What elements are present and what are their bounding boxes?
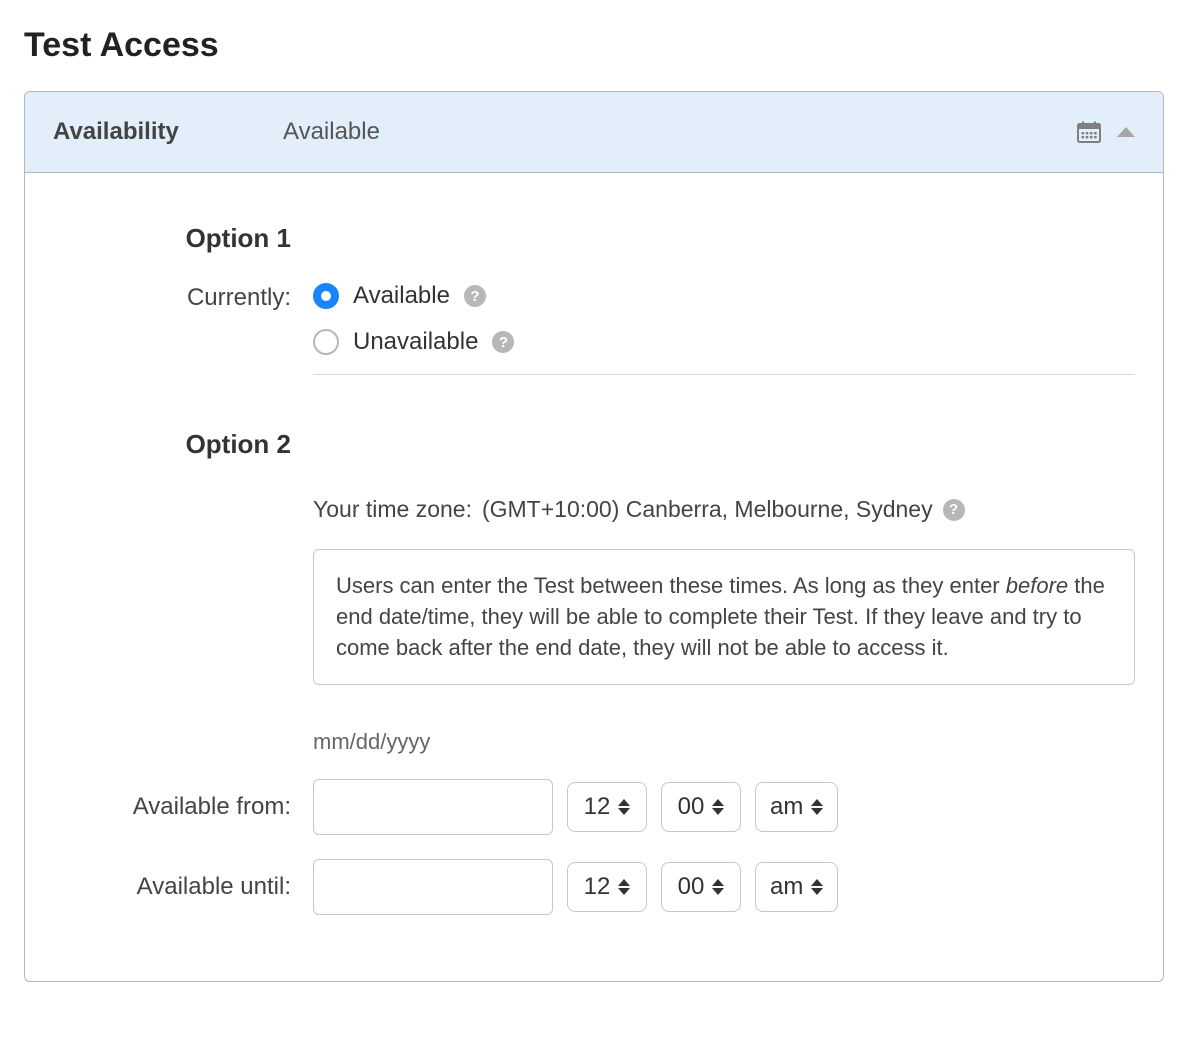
collapse-caret-up-icon[interactable] (1117, 127, 1135, 137)
panel-header-value: Available (283, 118, 1077, 146)
available-until-ampm-select[interactable]: am (755, 862, 838, 912)
timezone-value: (GMT+10:00) Canberra, Melbourne, Sydney (482, 496, 933, 523)
calendar-icon[interactable] (1077, 121, 1101, 143)
sort-icon (712, 799, 724, 815)
available-from-hour-value: 12 (584, 793, 611, 821)
info-box: Users can enter the Test between these t… (313, 549, 1135, 685)
available-until-ampm-value: am (770, 873, 803, 901)
available-until-minute-select[interactable]: 00 (661, 862, 741, 912)
panel-header-label: Availability (53, 118, 283, 146)
available-from-hour-select[interactable]: 12 (567, 782, 647, 832)
sort-icon (618, 879, 630, 895)
availability-panel: Availability Available (24, 91, 1164, 982)
available-from-label: Available from: (133, 793, 291, 820)
sort-icon (811, 799, 823, 815)
divider (313, 374, 1135, 375)
sort-icon (618, 799, 630, 815)
sort-icon (811, 879, 823, 895)
available-until-minute-value: 00 (678, 873, 705, 901)
option2-heading: Option 2 (186, 429, 291, 459)
help-icon[interactable]: ? (464, 285, 486, 307)
radio-available[interactable] (313, 283, 339, 309)
panel-header[interactable]: Availability Available (25, 92, 1163, 173)
help-icon[interactable]: ? (492, 331, 514, 353)
available-until-hour-select[interactable]: 12 (567, 862, 647, 912)
currently-label: Currently: (187, 284, 291, 311)
sort-icon (712, 879, 724, 895)
info-text-emph: before (1006, 573, 1068, 598)
available-until-label: Available until: (137, 873, 291, 900)
available-until-hour-value: 12 (584, 873, 611, 901)
help-icon[interactable]: ? (943, 499, 965, 521)
available-until-date-input[interactable] (313, 859, 553, 915)
info-text-prefix: Users can enter the Test between these t… (336, 573, 1006, 598)
timezone-prefix: Your time zone: (313, 496, 472, 523)
page-title: Test Access (24, 26, 1164, 65)
option1-heading: Option 1 (186, 223, 291, 253)
available-from-minute-value: 00 (678, 793, 705, 821)
radio-available-label: Available (353, 282, 450, 310)
available-from-date-input[interactable] (313, 779, 553, 835)
radio-unavailable[interactable] (313, 329, 339, 355)
date-format-hint: mm/dd/yyyy (313, 729, 1135, 755)
available-from-ampm-select[interactable]: am (755, 782, 838, 832)
panel-body: Option 1 Currently: Available ? (25, 173, 1163, 981)
available-from-minute-select[interactable]: 00 (661, 782, 741, 832)
radio-unavailable-label: Unavailable (353, 328, 478, 356)
available-from-ampm-value: am (770, 793, 803, 821)
